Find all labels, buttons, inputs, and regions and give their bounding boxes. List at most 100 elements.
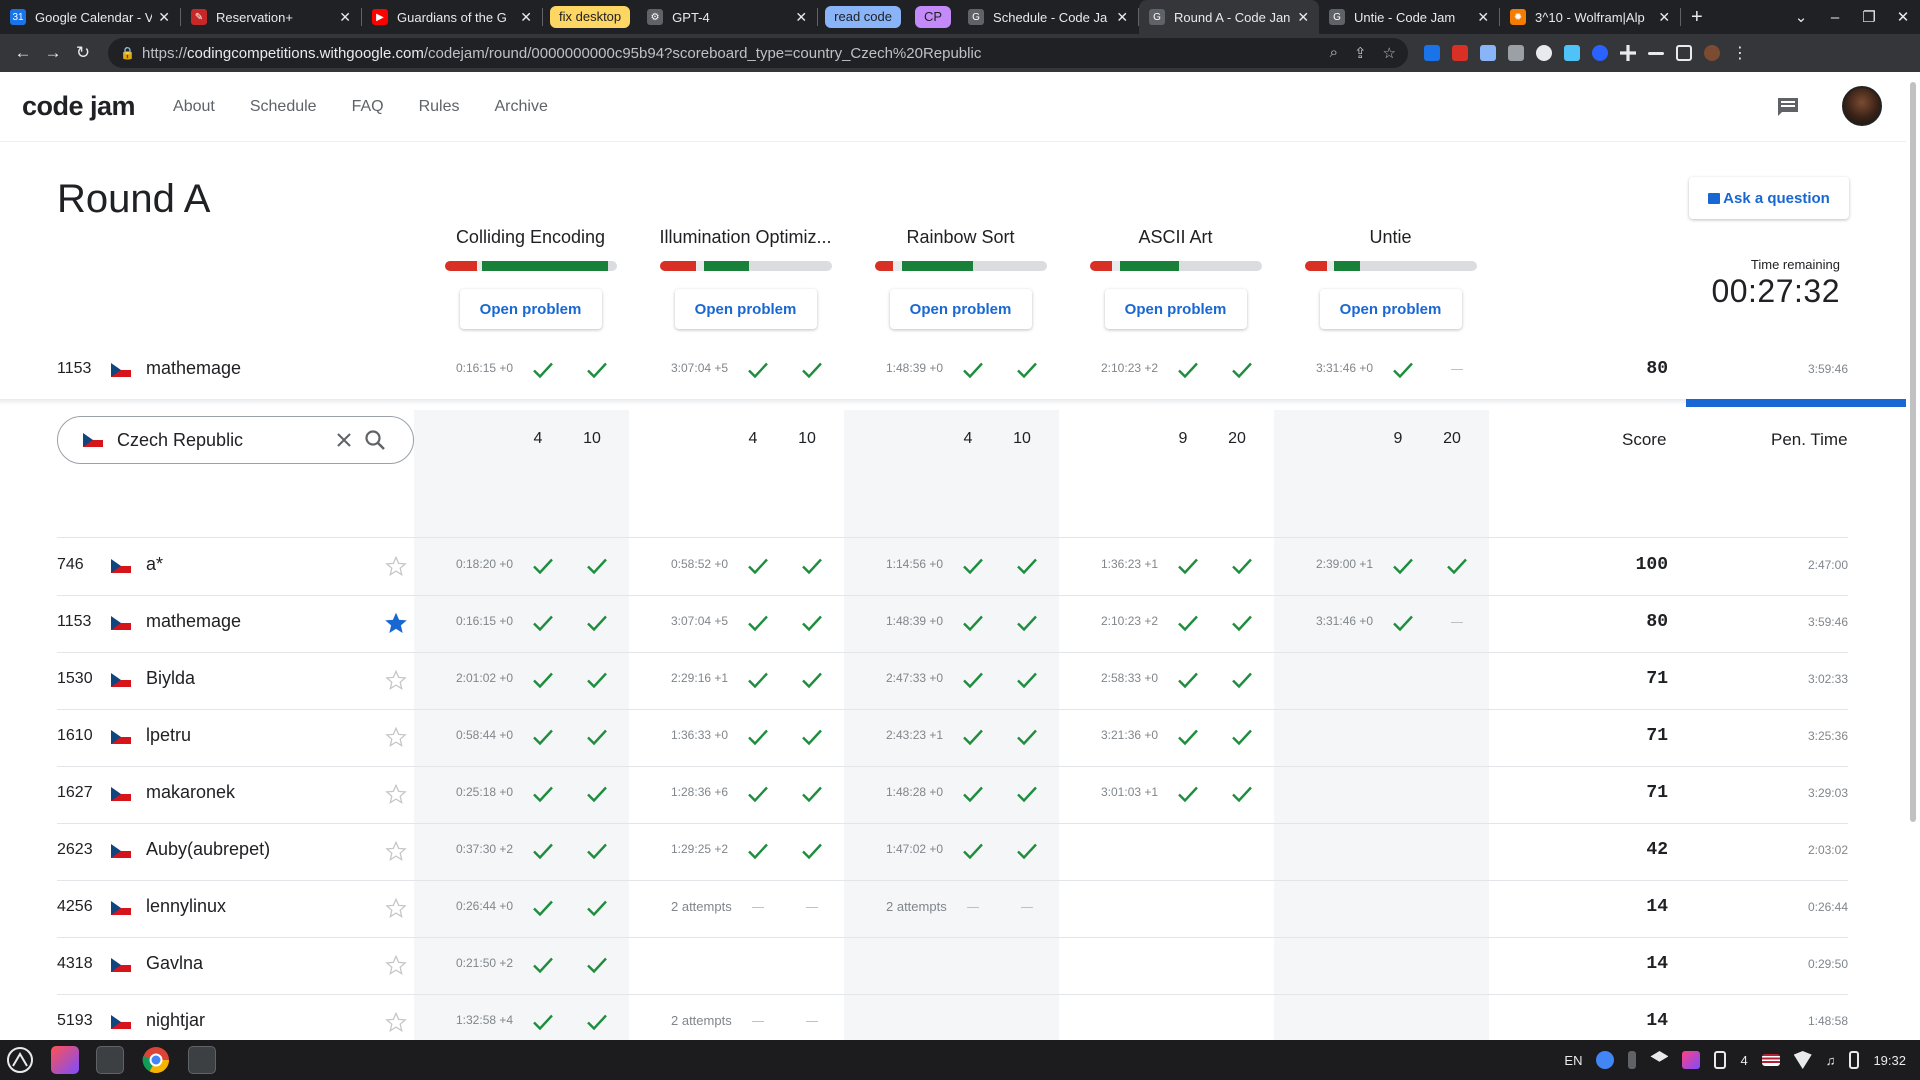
notification-count[interactable]: 4 [1740,1053,1747,1068]
search-icon[interactable] [364,429,386,451]
star-outline-icon[interactable] [385,726,407,748]
nav-link-faq[interactable]: FAQ [352,98,384,116]
extension-icon[interactable] [1452,45,1468,61]
reload-icon[interactable]: ↻ [68,43,98,63]
browser-tab[interactable]: G Schedule - Code Ja ✕ [958,0,1138,34]
new-tab-button[interactable]: + [1691,6,1703,29]
nav-link-archive[interactable]: Archive [495,98,548,116]
bluetooth-icon[interactable] [1628,1051,1637,1069]
extension-icon[interactable] [1592,45,1608,61]
nav-link-schedule[interactable]: Schedule [250,98,317,116]
tab-close-icon[interactable]: ✕ [795,9,807,26]
browser-tab[interactable]: G Untie - Code Jam ✕ [1319,0,1499,34]
username[interactable]: nightjar [146,1010,205,1031]
table-row[interactable]: 4256 lennylinux 0:26:44 +0 2 attempts 2 atte… [0,880,1906,937]
penalty-column-header[interactable]: Pen. Time [1771,430,1848,450]
tab-group-chip[interactable]: read code [825,6,901,28]
star-outline-icon[interactable] [385,783,407,805]
share-icon[interactable]: ⇪ [1354,44,1367,62]
username[interactable]: lennylinux [146,896,226,917]
tab-close-icon[interactable]: ✕ [158,9,170,26]
username[interactable]: lpetru [146,725,191,746]
battery-icon[interactable] [1849,1051,1860,1069]
username[interactable]: a* [146,554,163,575]
terminal-app-icon[interactable] [96,1046,124,1074]
browser-tab[interactable]: ✎ Reservation+ ✕ [181,0,361,34]
extension-icon[interactable] [1536,45,1552,61]
pinned-user-row[interactable]: 1153 mathemage 0:16:15 +0 3:07:04 +5 1:48:39… [0,342,1906,399]
table-row[interactable]: 746 a* 0:18:20 +0 0:58:52 +0 1:14:56 +0 1:36:… [0,538,1906,595]
input-language[interactable]: EN [1564,1053,1582,1068]
browser-tab[interactable]: 31 Google Calendar - V ✕ [0,0,180,34]
chrome-app-icon[interactable] [141,1045,171,1075]
profile-avatar-icon[interactable] [1704,45,1720,61]
star-outline-icon[interactable] [385,555,407,577]
zoom-icon[interactable]: ⌕ [1330,44,1338,62]
tab-close-icon[interactable]: ✕ [339,9,351,26]
problem-name[interactable]: Colliding Encoding [441,227,621,251]
browser-tab[interactable]: ▶ Guardians of the G ✕ [362,0,542,34]
extension-icon[interactable] [1508,45,1524,61]
star-outline-icon[interactable] [385,1011,407,1033]
minimize-icon[interactable]: – [1818,9,1852,26]
table-row[interactable]: 2623 Auby(aubrepet) 0:37:30 +2 1:29:25 +2 1:… [0,823,1906,880]
score-column-header[interactable]: Score [1622,430,1666,450]
star-outline-icon[interactable] [385,669,407,691]
star-outline-icon[interactable] [385,897,407,919]
battery-app-icon[interactable] [1714,1051,1727,1069]
clock[interactable]: 19:32 [1873,1053,1906,1068]
launcher-icon[interactable] [6,1046,34,1074]
username[interactable]: mathemage [146,611,241,632]
tab-group-chip[interactable]: fix desktop [550,6,631,28]
open-problem-button[interactable]: Open problem [890,289,1032,329]
problem-name[interactable]: Illumination Optimiz... [656,227,836,251]
extension-icon[interactable] [1564,45,1580,61]
clear-icon[interactable] [334,430,354,450]
terminal-app-icon[interactable] [188,1046,216,1074]
scrollbar-thumb[interactable] [1910,82,1916,822]
restore-icon[interactable]: ❐ [1852,8,1886,26]
table-row[interactable]: 1627 makaronek 0:25:18 +0 1:28:36 +6 1:48:28… [0,766,1906,823]
country-filter-input[interactable]: Czech Republic [57,416,414,464]
username[interactable]: Biylda [146,668,195,689]
nav-link-about[interactable]: About [173,98,215,116]
back-icon[interactable]: ← [8,43,38,63]
wifi-icon[interactable] [1793,1051,1812,1069]
username[interactable]: Auby(aubrepet) [146,839,270,860]
tab-group-chip[interactable]: CP [914,6,952,28]
extension-icon[interactable] [1480,45,1496,61]
dropbox-icon[interactable] [1650,1051,1669,1062]
tab-close-icon[interactable]: ✕ [1116,9,1128,26]
page-scrollbar[interactable] [1906,72,1920,1040]
app-tray-icon[interactable] [1682,1051,1701,1069]
username[interactable]: mathemage [146,358,241,379]
username[interactable]: makaronek [146,782,235,803]
forward-icon[interactable]: → [38,43,68,63]
username[interactable]: Gavlna [146,953,203,974]
chat-icon[interactable] [1776,96,1800,118]
table-row[interactable]: 1153 mathemage 0:16:15 +0 3:07:04 +5 1:48:39… [0,595,1906,652]
problem-name[interactable]: Untie [1301,227,1481,251]
browser-tab[interactable]: ✹ 3^10 - Wolfram|Alp ✕ [1500,0,1680,34]
tab-close-icon[interactable]: ✕ [1658,9,1670,26]
music-icon[interactable]: ♫ [1826,1053,1836,1068]
extension-icon[interactable] [1424,45,1440,61]
nav-link-rules[interactable]: Rules [419,98,460,116]
tab-close-icon[interactable]: ✕ [1297,9,1309,26]
code-jam-logo[interactable]: code jam [22,91,136,122]
table-row[interactable]: 1530 Biylda 2:01:02 +0 2:29:16 +1 2:47:33 +0… [0,652,1906,709]
extensions-puzzle-icon[interactable] [1620,45,1636,61]
kebab-menu-icon[interactable]: ⋮ [1732,43,1748,63]
address-bar[interactable]: 🔒 https://codingcompetitions.withgoogle.… [108,38,1408,68]
table-row[interactable]: 4318 Gavlna 0:21:50 +2 14 0:29:50 [0,937,1906,994]
active-tab[interactable]: G Round A - Code Jan ✕ [1139,0,1320,34]
open-problem-button[interactable]: Open problem [460,289,602,329]
browser-tab[interactable]: ⚙ GPT-4 ✕ [637,0,817,34]
app-icon[interactable] [51,1046,79,1074]
reading-list-icon[interactable] [1648,51,1664,55]
open-problem-button[interactable]: Open problem [1105,289,1247,329]
chevron-down-icon[interactable]: ⌄ [1784,8,1818,26]
star-outline-icon[interactable] [385,954,407,976]
side-panel-icon[interactable] [1676,45,1692,61]
chrome-tray-icon[interactable] [1596,1051,1615,1069]
